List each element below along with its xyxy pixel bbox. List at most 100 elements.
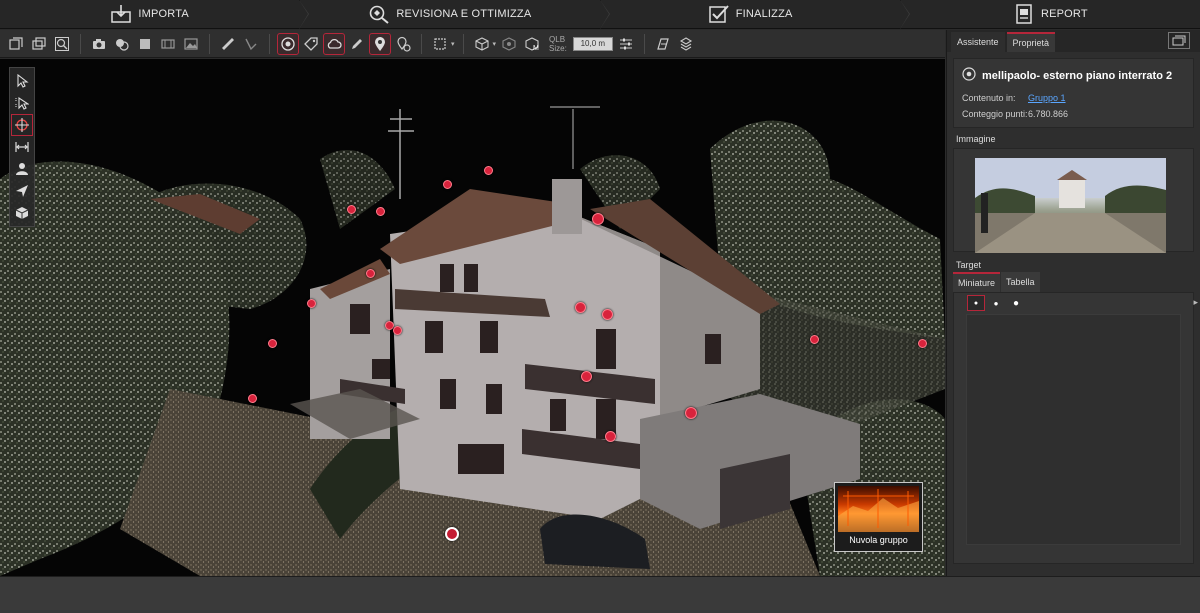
- target-marker[interactable]: [248, 394, 257, 403]
- workflow-bar: IMPORTA REVISIONA E OTTIMIZZA FINALIZZA …: [0, 0, 1200, 29]
- workflow-step-finalizza[interactable]: FINALIZZA: [600, 0, 910, 29]
- chevron-down-icon[interactable]: ▾: [451, 40, 455, 48]
- object-header: mellipaolo- esterno piano interrato 2: [954, 59, 1193, 90]
- report-icon: [1013, 4, 1035, 24]
- camera-icon[interactable]: [89, 34, 109, 54]
- target-marker[interactable]: [307, 299, 316, 308]
- workflow-step-label: REVISIONA E OTTIMIZZA: [396, 8, 532, 20]
- point-cloud-viewport[interactable]: Nuvola gruppo: [0, 59, 945, 576]
- cloud-group-thumbnail[interactable]: Nuvola gruppo: [834, 482, 923, 552]
- target-marker[interactable]: [393, 326, 402, 335]
- prop-key: Contenuto in:: [962, 93, 1016, 103]
- colorize-icon[interactable]: [112, 34, 132, 54]
- tab-assistente[interactable]: Assistente: [951, 32, 1005, 52]
- object-name: mellipaolo- esterno piano interrato 2: [982, 69, 1173, 82]
- target-marker[interactable]: [810, 335, 819, 344]
- target-marker[interactable]: [484, 166, 493, 175]
- cube-m-icon[interactable]: M: [522, 34, 542, 54]
- point-cloud-scene: [0, 59, 945, 576]
- prop-key: Conteggio punti:: [962, 109, 1028, 119]
- perspective-icon[interactable]: [653, 34, 673, 54]
- maximize-panel-icon[interactable]: [1168, 32, 1190, 49]
- target-marker-selected[interactable]: [445, 527, 459, 541]
- sync-pin-icon[interactable]: [393, 34, 413, 54]
- target-marker[interactable]: [602, 309, 613, 320]
- view-size-buttons: ● ● ●: [954, 293, 1193, 311]
- image-section-title: Immagine: [956, 134, 996, 144]
- tag-icon[interactable]: [301, 34, 321, 54]
- workflow-step-revisiona[interactable]: REVISIONA E OTTIMIZZA: [300, 0, 610, 29]
- navigation-tools: [9, 67, 35, 227]
- workflow-step-report[interactable]: REPORT: [900, 0, 1200, 28]
- stack-icon[interactable]: [676, 34, 696, 54]
- svg-text:M: M: [533, 45, 539, 52]
- qlb-size-input[interactable]: 10,0 m: [572, 36, 613, 51]
- main-toolbar: ▾ ▾ M QLB Size: 10,0 m: [0, 30, 945, 58]
- panorama-image[interactable]: [975, 158, 1166, 253]
- orbit-icon[interactable]: [11, 114, 33, 136]
- target-marker[interactable]: [605, 431, 616, 442]
- target-marker[interactable]: [918, 339, 927, 348]
- tab-proprieta[interactable]: Proprietà: [1006, 32, 1056, 52]
- chevron-down-icon[interactable]: ▾: [493, 40, 497, 48]
- properties-panel: Assistente Proprietà mellipaolo- esterno…: [946, 30, 1200, 576]
- target-thumbnail-list[interactable]: [966, 314, 1181, 545]
- group-link[interactable]: Gruppo 1: [1028, 93, 1066, 103]
- status-bar: [0, 576, 1200, 613]
- target-marker[interactable]: [376, 207, 385, 216]
- workflow-step-importa[interactable]: IMPORTA: [0, 0, 310, 29]
- pan-icon[interactable]: [12, 137, 32, 157]
- target-marker[interactable]: [685, 407, 697, 419]
- target-list-area: ● ● ●: [953, 292, 1194, 564]
- select-cloud-icon[interactable]: [6, 34, 26, 54]
- cube-clip-icon[interactable]: [499, 34, 519, 54]
- target-marker[interactable]: [347, 205, 356, 214]
- target-marker[interactable]: [592, 213, 604, 225]
- layers-icon[interactable]: [29, 34, 49, 54]
- cloud-group-label: Nuvola gruppo: [849, 535, 908, 545]
- tab-miniature[interactable]: Miniature: [953, 272, 1001, 292]
- measure-angle-icon[interactable]: [241, 34, 261, 54]
- fly-icon[interactable]: [12, 181, 32, 201]
- finalize-icon: [708, 4, 730, 24]
- measure-icon[interactable]: [218, 34, 238, 54]
- target-marker[interactable]: [443, 180, 452, 189]
- workflow-step-label: REPORT: [1040, 8, 1088, 20]
- box-view-icon[interactable]: [135, 34, 155, 54]
- cloud-icon[interactable]: [323, 32, 345, 55]
- pen-icon[interactable]: [347, 34, 367, 54]
- film-icon[interactable]: [158, 34, 178, 54]
- target-marker[interactable]: [268, 339, 277, 348]
- panel-tabs: Assistente Proprietà: [947, 30, 1200, 52]
- review-icon: [368, 4, 390, 24]
- multi-select-icon[interactable]: [12, 93, 32, 113]
- pointer-icon[interactable]: [12, 71, 32, 91]
- tab-tabella[interactable]: Tabella: [1001, 272, 1040, 292]
- import-icon: [110, 4, 132, 24]
- location-pin-icon[interactable]: [369, 32, 391, 55]
- zoom-extents-icon[interactable]: [52, 34, 72, 54]
- walk-icon[interactable]: [12, 159, 32, 179]
- image-icon[interactable]: [181, 34, 201, 54]
- selection-box-icon[interactable]: [430, 34, 450, 54]
- slider-settings-icon[interactable]: [616, 34, 636, 54]
- scan-target-icon: [962, 67, 976, 84]
- small-dot-icon[interactable]: ●: [967, 295, 985, 311]
- target-tabs: Miniature Tabella: [953, 272, 1194, 292]
- medium-dot-icon[interactable]: ●: [988, 296, 1004, 310]
- cube-nav-icon[interactable]: [12, 203, 32, 223]
- prop-contenuto: Contenuto in: Gruppo 1: [954, 90, 1193, 106]
- target-marker[interactable]: [366, 269, 375, 278]
- target-section-title: Target: [956, 260, 982, 270]
- point-count-value: 6.780.866: [1028, 109, 1069, 119]
- cube-view-icon[interactable]: [472, 34, 492, 54]
- object-info: mellipaolo- esterno piano interrato 2 Co…: [953, 58, 1194, 128]
- target-marker[interactable]: [575, 302, 586, 313]
- workflow-step-label: FINALIZZA: [735, 8, 793, 20]
- target-icon[interactable]: [277, 32, 299, 55]
- target-marker[interactable]: [581, 371, 592, 382]
- cloud-group-preview: [838, 486, 919, 532]
- qlb-size-label: QLB Size:: [549, 34, 567, 53]
- chevron-right-icon[interactable]: ▸: [1193, 297, 1198, 308]
- large-dot-icon[interactable]: ●: [1008, 296, 1024, 310]
